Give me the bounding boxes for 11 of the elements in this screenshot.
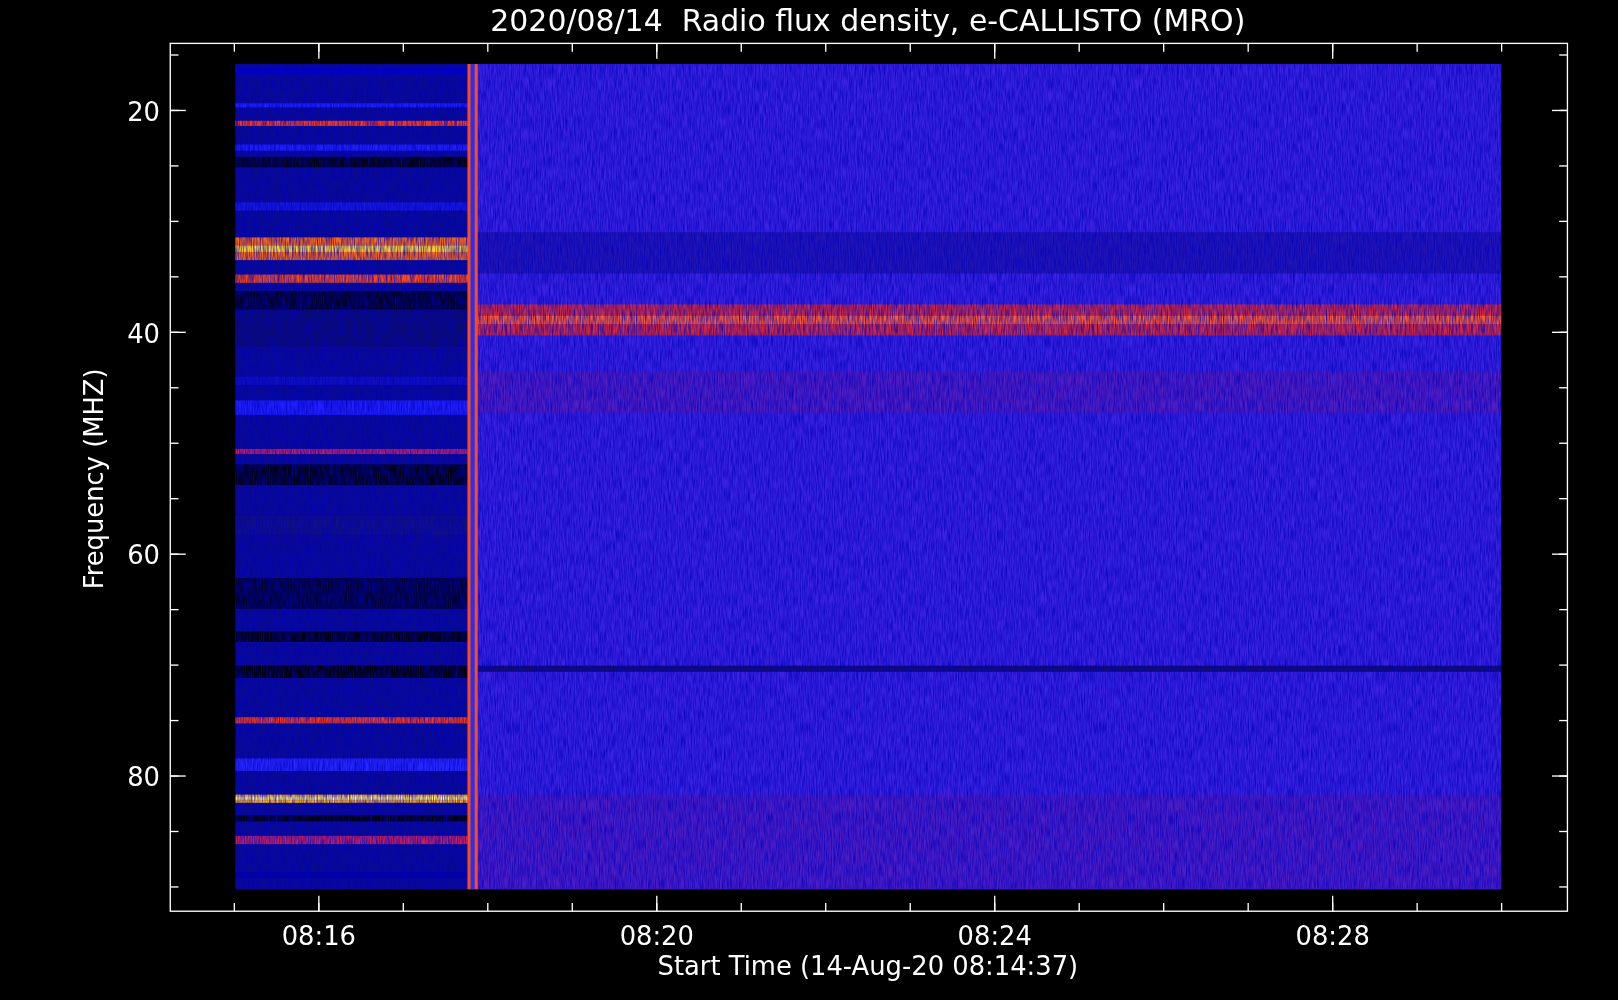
x-tick-label: 08:28 <box>1295 921 1370 952</box>
x-tick-label: 08:20 <box>619 921 694 952</box>
y-tick-label: 20 <box>127 96 160 127</box>
y-tick-label: 60 <box>127 540 160 571</box>
chart-title: 2020/08/14 Radio flux density, e-CALLISTO (MRO) <box>490 3 1246 38</box>
x-axis-label: Start Time (14-Aug-20 08:14:37) <box>657 951 1079 982</box>
y-tick-label: 40 <box>127 318 160 349</box>
y-tick-label: 80 <box>127 762 160 793</box>
y-axis-label: Frequency (MHZ) <box>79 368 110 590</box>
x-tick-label: 08:16 <box>281 921 356 952</box>
x-tick-label: 08:24 <box>957 921 1032 952</box>
